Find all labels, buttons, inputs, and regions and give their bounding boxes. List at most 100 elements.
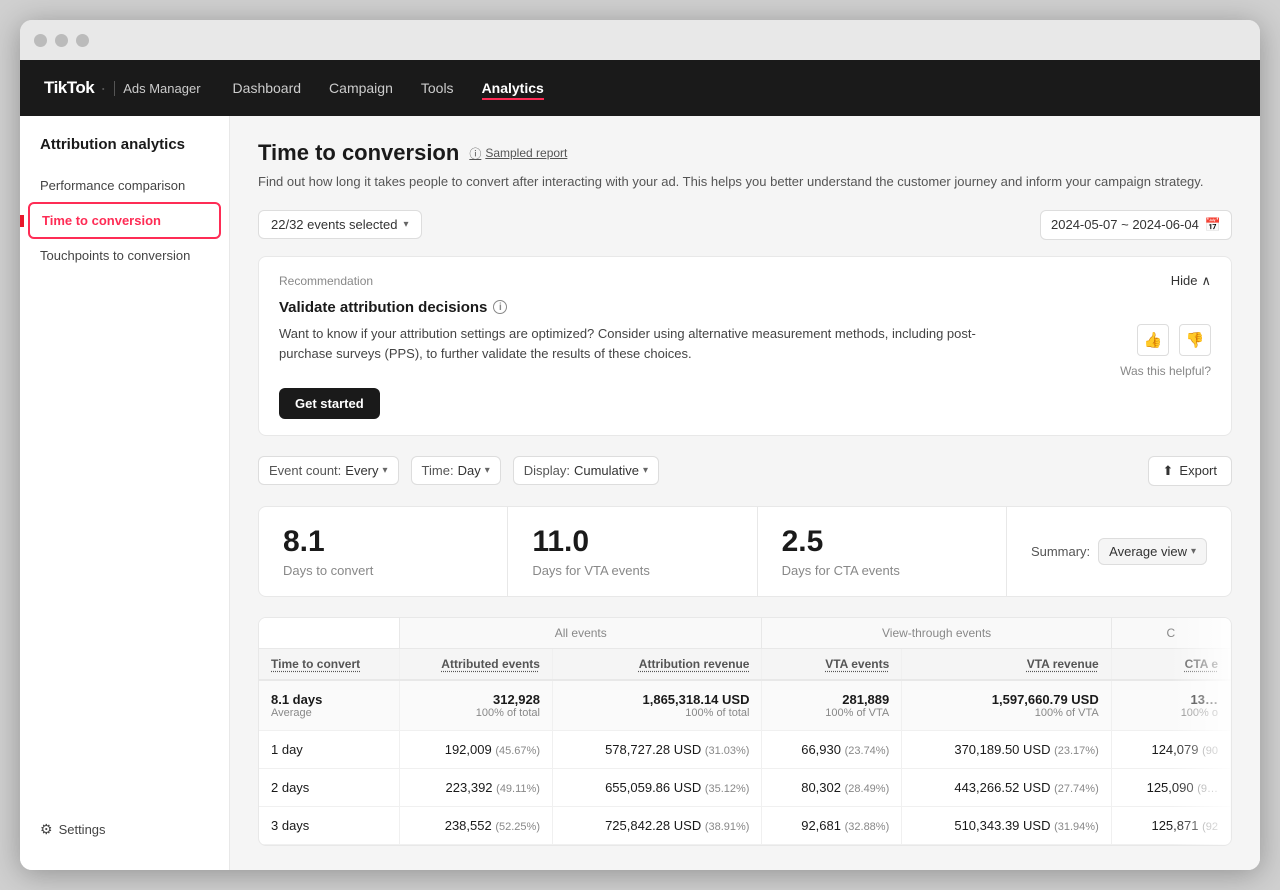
chevron-down-icon: ▾ — [1191, 546, 1196, 557]
stat-days-to-convert: 8.1 Days to convert — [259, 507, 508, 596]
settings-item[interactable]: ⚙ Settings — [20, 809, 229, 850]
sidebar-title: Attribution analytics — [20, 136, 229, 169]
stat-value-days: 8.1 — [283, 525, 483, 559]
export-icon: ⬆ — [1163, 463, 1174, 479]
time-label: Time: — [422, 463, 454, 478]
td-summary-vta-events: 281,889 100% of VTA — [762, 680, 902, 731]
td-time-3: 3 days — [259, 806, 400, 844]
rec-header: Recommendation Hide ∧ — [279, 273, 1211, 289]
summary-label: Summary: — [1031, 544, 1090, 559]
rec-info-icon[interactable]: i — [493, 300, 507, 314]
th-cta: CTA e — [1111, 648, 1230, 680]
chevron-down-icon: ▾ — [403, 219, 408, 230]
table-group-header-row: All events View-through events C — [259, 618, 1231, 649]
td-summary-cta: 13… 100% o — [1111, 680, 1230, 731]
nav-item-analytics[interactable]: Analytics — [482, 76, 544, 100]
helpful-text: Was this helpful? — [1120, 364, 1211, 378]
th-vta-events: VTA events — [762, 648, 902, 680]
rec-text: Want to know if your attribution setting… — [279, 324, 978, 366]
td-summary-rev: 1,865,318.14 USD 100% of total — [552, 680, 761, 731]
th-group-empty — [259, 618, 400, 649]
filter-bar: Event count: Every ▾ Time: Day ▾ Display… — [258, 456, 1232, 486]
chevron-down-icon: ▾ — [485, 465, 490, 476]
stat-cta-events: 2.5 Days for CTA events — [758, 507, 1007, 596]
thumbs-down-button[interactable]: 👎 — [1179, 324, 1211, 356]
page-layout: Attribution analytics Performance compar… — [20, 116, 1260, 870]
page-header: Time to conversion ⓘ Sampled report Find… — [258, 140, 1232, 192]
summary-select[interactable]: Average view ▾ — [1098, 538, 1207, 565]
close-dot — [34, 34, 47, 47]
td-attr-2: 223,392 (49.11%) — [400, 768, 553, 806]
td-rev-1: 578,727.28 USD (31.03%) — [552, 730, 761, 768]
stat-label-days: Days to convert — [283, 563, 483, 578]
brand-logo: TikTok · Ads Manager — [44, 78, 201, 99]
table-row: 3 days 238,552 (52.25%) 725,842.28 USD (… — [259, 806, 1231, 844]
sidebar-item-performance[interactable]: Performance comparison — [20, 169, 229, 202]
time-value: Day — [458, 463, 481, 478]
sidebar-item-time-to-conversion[interactable]: Time to conversion — [28, 202, 221, 239]
td-vtarev-1: 370,189.50 USD (23.17%) — [902, 730, 1111, 768]
rec-hide-button[interactable]: Hide ∧ — [1171, 273, 1211, 289]
recommendation-box: Recommendation Hide ∧ Validate attributi… — [258, 256, 1232, 436]
date-range-picker[interactable]: 2024-05-07 ~ 2024-06-04 📅 — [1040, 210, 1232, 240]
sampled-badge[interactable]: ⓘ Sampled report — [469, 145, 567, 162]
sidebar: Attribution analytics Performance compar… — [20, 116, 230, 870]
title-row: Time to conversion ⓘ Sampled report — [258, 140, 1232, 166]
stats-row: 8.1 Days to convert 11.0 Days for VTA ev… — [258, 506, 1232, 597]
data-table: All events View-through events C Time to… — [258, 617, 1232, 846]
td-rev-2: 655,059.86 USD (35.12%) — [552, 768, 761, 806]
td-summary-vta-rev: 1,597,660.79 USD 100% of VTA — [902, 680, 1111, 731]
event-count-filter[interactable]: Event count: Every ▾ — [258, 456, 399, 485]
th-group-c: C — [1111, 618, 1230, 649]
event-count-label: Event count: — [269, 463, 341, 478]
td-cta-3: 125,871 (92 — [1111, 806, 1230, 844]
td-vtarev-3: 510,343.39 USD (31.94%) — [902, 806, 1111, 844]
display-filter[interactable]: Display: Cumulative ▾ — [513, 456, 659, 485]
table-row: 2 days 223,392 (49.11%) 655,059.86 USD (… — [259, 768, 1231, 806]
td-cta-2: 125,090 (9… — [1111, 768, 1230, 806]
nav-item-campaign[interactable]: Campaign — [329, 76, 393, 100]
brand-subtitle: Ads Manager — [114, 81, 200, 96]
calendar-icon: 📅 — [1205, 217, 1221, 233]
table-row: 1 day 192,009 (45.67%) 578,727.28 USD (3… — [259, 730, 1231, 768]
th-attributed-events: Attributed events — [400, 648, 553, 680]
nav-item-dashboard[interactable]: Dashboard — [233, 76, 302, 100]
display-value: Cumulative — [574, 463, 639, 478]
chevron-up-icon: ∧ — [1201, 273, 1211, 289]
brand-tiktok: TikTok — [44, 78, 94, 98]
nav-item-tools[interactable]: Tools — [421, 76, 454, 100]
export-button[interactable]: ⬆ Export — [1148, 456, 1232, 486]
main-content: Time to conversion ⓘ Sampled report Find… — [230, 116, 1260, 870]
th-attribution-revenue: Attribution revenue — [552, 648, 761, 680]
stat-value-cta: 2.5 — [782, 525, 982, 559]
td-summary-time: 8.1 days Average — [259, 680, 400, 731]
titlebar — [20, 20, 1260, 60]
td-time-1: 1 day — [259, 730, 400, 768]
stat-label-cta: Days for CTA events — [782, 563, 982, 578]
rec-label: Recommendation — [279, 274, 373, 288]
td-vta-2: 80,302 (28.49%) — [762, 768, 902, 806]
table-col-header-row: Time to convert Attributed events Attrib… — [259, 648, 1231, 680]
events-dropdown[interactable]: 22/32 events selected ▾ — [258, 210, 422, 239]
chevron-down-icon: ▾ — [643, 465, 648, 476]
settings-icon: ⚙ — [40, 821, 53, 838]
table-summary-row: 8.1 days Average 312,928 100% of total 1… — [259, 680, 1231, 731]
td-rev-3: 725,842.28 USD (38.91%) — [552, 806, 761, 844]
stat-vta-events: 11.0 Days for VTA events — [508, 507, 757, 596]
event-count-value: Every — [345, 463, 378, 478]
app-window: TikTok · Ads Manager Dashboard Campaign … — [20, 20, 1260, 870]
sidebar-content: Attribution analytics Performance compar… — [20, 136, 229, 272]
display-label: Display: — [524, 463, 570, 478]
td-vtarev-2: 443,266.52 USD (27.74%) — [902, 768, 1111, 806]
th-vta-revenue: VTA revenue — [902, 648, 1111, 680]
page-description: Find out how long it takes people to con… — [258, 172, 1232, 192]
rec-actions: 👍 👎 Was this helpful? — [1120, 324, 1211, 378]
thumbs-up-button[interactable]: 👍 — [1137, 324, 1169, 356]
summary-control: Summary: Average view ▾ — [1007, 507, 1231, 596]
sidebar-item-touchpoints[interactable]: Touchpoints to conversion — [20, 239, 229, 272]
time-filter[interactable]: Time: Day ▾ — [411, 456, 501, 485]
rec-title: Validate attribution decisions i — [279, 299, 1211, 316]
chevron-down-icon: ▾ — [383, 465, 388, 476]
get-started-button[interactable]: Get started — [279, 388, 380, 419]
th-time-to-convert: Time to convert — [259, 648, 400, 680]
